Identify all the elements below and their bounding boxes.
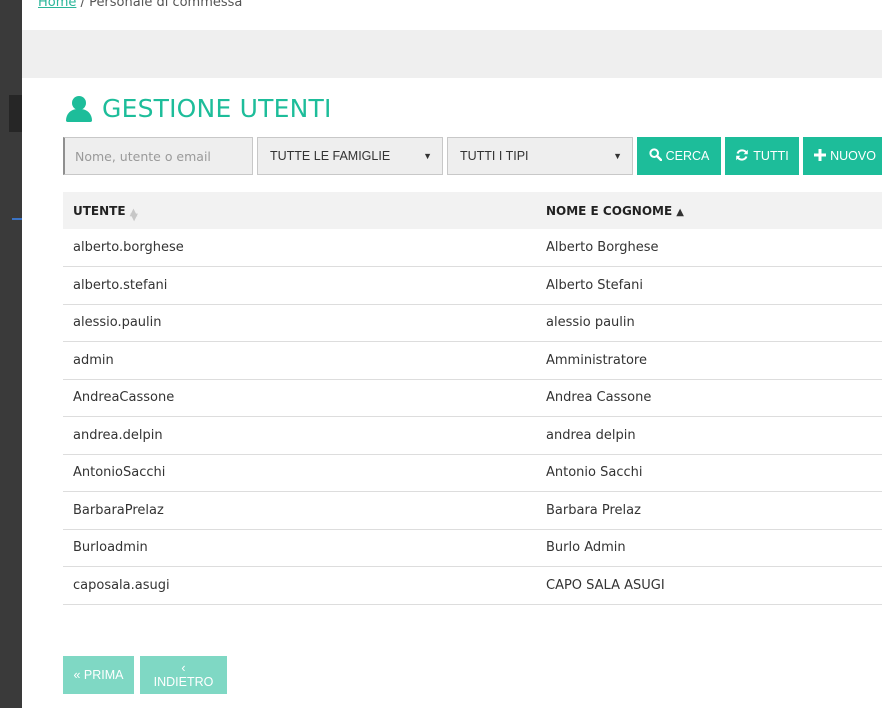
cell-nome-cognome: andrea delpin: [536, 416, 882, 455]
header-band: [22, 30, 882, 78]
cell-utente: alessio.paulin: [63, 304, 536, 342]
cell-nome-cognome: Alberto Borghese: [536, 229, 882, 267]
cell-utente: caposala.asugi: [63, 566, 536, 605]
table-row[interactable]: AndreaCassone Andrea Cassone: [63, 379, 882, 417]
cell-nome-cognome: Alberto Stefani: [536, 266, 882, 305]
cell-nome-cognome: alessio paulin: [536, 304, 882, 342]
cell-utente: AndreaCassone: [63, 379, 536, 417]
table-row[interactable]: admin Amministratore: [63, 341, 882, 380]
tutti-button[interactable]: TUTTI: [725, 137, 799, 175]
cell-nome-cognome: Antonio Sacchi: [536, 454, 882, 492]
table-row[interactable]: alessio.paulin alessio paulin: [63, 304, 882, 342]
cell-utente: andrea.delpin: [63, 416, 536, 455]
cell-utente: AntonioSacchi: [63, 454, 536, 492]
sort-icon: ▲▼: [129, 206, 138, 223]
sidebar-active-segment: [9, 95, 22, 132]
sidebar-marker: [12, 218, 22, 220]
nuovo-label: NUOVO: [830, 149, 876, 163]
column-header-label: NOME E COGNOME: [546, 203, 673, 218]
column-header-nome-cognome[interactable]: NOME E COGNOME ▲: [536, 192, 882, 229]
table-row[interactable]: caposala.asugi CAPO SALA ASUGI: [63, 566, 882, 605]
table-row[interactable]: BarbaraPrelaz Barbara Prelaz: [63, 491, 882, 530]
page-title-row: GESTIONE UTENTI: [66, 94, 332, 123]
breadcrumb-separator: /: [80, 0, 85, 10]
table-row[interactable]: AntonioSacchi Antonio Sacchi: [63, 454, 882, 492]
table-header-row: UTENTE ▲▼ NOME E COGNOME ▲: [63, 192, 882, 229]
family-select[interactable]: TUTTE LE FAMIGLIE ▼: [257, 137, 443, 175]
family-select-value: TUTTE LE FAMIGLIE: [270, 149, 391, 163]
tutti-label: TUTTI: [753, 149, 789, 163]
column-header-label: UTENTE: [73, 203, 126, 218]
search-icon: [649, 148, 662, 164]
column-header-utente[interactable]: UTENTE ▲▼: [63, 192, 536, 229]
breadcrumb: Home / Personale di commessa: [38, 0, 242, 10]
users-table: UTENTE ▲▼ NOME E COGNOME ▲ alberto.borghes…: [63, 192, 882, 605]
table-row[interactable]: Burloadmin Burlo Admin: [63, 529, 882, 567]
table-row[interactable]: andrea.delpin andrea delpin: [63, 416, 882, 455]
plus-icon: [814, 148, 827, 164]
cell-utente: Burloadmin: [63, 529, 536, 567]
type-select-value: TUTTI I TIPI: [460, 149, 529, 163]
cell-nome-cognome: Barbara Prelaz: [536, 491, 882, 530]
nuovo-button[interactable]: NUOVO: [803, 137, 882, 175]
table-row[interactable]: alberto.stefani Alberto Stefani: [63, 266, 882, 305]
first-page-button[interactable]: « PRIMA: [63, 656, 134, 694]
cerca-label: CERCA: [665, 149, 710, 163]
cell-utente: alberto.stefani: [63, 266, 536, 305]
user-icon: [66, 95, 94, 122]
filter-toolbar: TUTTE LE FAMIGLIE ▼ TUTTI I TIPI ▼ CERCA…: [63, 137, 882, 175]
cell-nome-cognome: Andrea Cassone: [536, 379, 882, 417]
page-title: GESTIONE UTENTI: [102, 94, 332, 123]
refresh-icon: [735, 148, 749, 165]
chevron-down-icon: ▼: [613, 151, 622, 161]
left-sidebar-strip: [0, 0, 22, 708]
table-row[interactable]: alberto.borghese Alberto Borghese: [63, 229, 882, 267]
pagination: « PRIMA ‹ INDIETRO: [63, 656, 227, 694]
previous-page-button[interactable]: ‹ INDIETRO: [140, 656, 227, 694]
sort-ascending-icon: ▲: [676, 206, 684, 218]
cerca-button[interactable]: CERCA: [637, 137, 721, 175]
cell-nome-cognome: Amministratore: [536, 341, 882, 380]
cell-utente: alberto.borghese: [63, 229, 536, 267]
chevron-down-icon: ▼: [423, 151, 432, 161]
cell-utente: admin: [63, 341, 536, 380]
cell-utente: BarbaraPrelaz: [63, 491, 536, 530]
type-select[interactable]: TUTTI I TIPI ▼: [447, 137, 633, 175]
search-input[interactable]: [63, 137, 253, 175]
breadcrumb-home-link[interactable]: Home: [38, 0, 76, 10]
cell-nome-cognome: CAPO SALA ASUGI: [536, 566, 882, 605]
main-content: GESTIONE UTENTI TUTTE LE FAMIGLIE ▼ TUTT…: [38, 78, 882, 708]
cell-nome-cognome: Burlo Admin: [536, 529, 882, 567]
breadcrumb-current: Personale di commessa: [89, 0, 243, 10]
